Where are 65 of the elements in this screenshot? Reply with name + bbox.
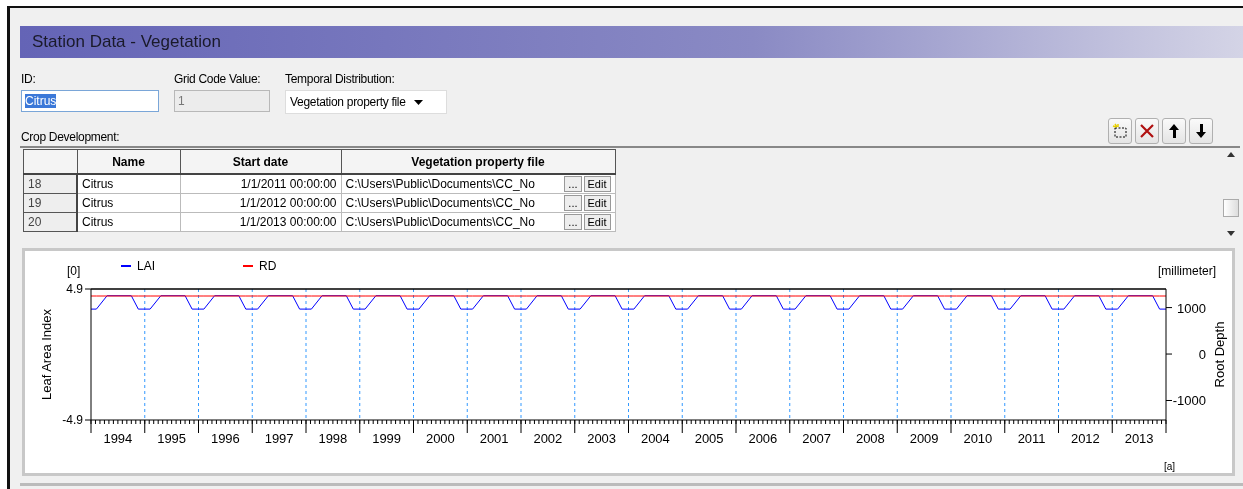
x-tick-label: 2012 [1070, 431, 1100, 446]
column-header[interactable]: Start date [180, 149, 341, 174]
corner-header [23, 149, 77, 174]
x-tick-label: 2003 [587, 431, 617, 446]
field-label: Grid Code Value: [174, 72, 262, 86]
x-tick-label: 1994 [103, 431, 133, 446]
edit-button[interactable]: Edit [583, 195, 611, 211]
x-tick-label: 2009 [909, 431, 939, 446]
y-tick-label: 4.9 [66, 282, 83, 296]
edit-button[interactable]: Edit [583, 176, 611, 192]
column-header[interactable]: Vegetation property file [341, 149, 615, 174]
y2-tick-label: -1000 [1172, 393, 1206, 409]
scrollbar-thumb[interactable] [1223, 199, 1239, 217]
x-tick-label: 2004 [640, 431, 670, 446]
file-path-text: C:\Users\Public\Documents\CC_No [345, 196, 536, 210]
x-tick-label: 2013 [1124, 431, 1154, 446]
x-tick-label: 1996 [210, 431, 240, 446]
edit-button[interactable]: Edit [583, 214, 611, 230]
x-tick-label: 2008 [855, 431, 885, 446]
caret-icon [413, 99, 423, 105]
id-field[interactable]: Citrus [21, 90, 159, 112]
x-tick-label: 2006 [748, 431, 778, 446]
scroll-up-icon[interactable] [1227, 152, 1235, 157]
move-down-button[interactable] [1189, 118, 1213, 144]
x-tick-label: 2007 [802, 431, 832, 446]
field-label: Temporal Distribution: [285, 72, 396, 86]
y2-unit-label: [millimeter] [1158, 264, 1216, 278]
x-tick-label: 1999 [372, 431, 402, 446]
x-tick-label: 1997 [264, 431, 294, 446]
new-row-icon [1112, 123, 1128, 139]
x-tick-label: 2011 [1017, 431, 1046, 446]
y-unit-label: [0] [67, 264, 81, 278]
move-up-button[interactable] [1162, 118, 1186, 144]
x-tick-label: 1998 [318, 431, 348, 446]
arrow-up-icon [1167, 123, 1181, 139]
x-tick-label: 2001 [479, 431, 509, 446]
legend-label: LAI [137, 259, 155, 273]
field-label: ID: [21, 72, 37, 86]
x-unit-label: [a] [1164, 461, 1176, 472]
browse-button[interactable]: ... [564, 195, 582, 211]
x-tick-label: 2010 [963, 431, 993, 446]
y-axis-title: Leaf Area Index [39, 308, 54, 401]
y2-tick-label: 1000 [1177, 300, 1206, 316]
arrow-down-icon [1194, 123, 1208, 139]
temporal-distribution-dropdown[interactable]: Vegetation property file [285, 90, 447, 114]
panel-title: Station Data - Vegetation [32, 32, 222, 52]
file-path-text: C:\Users\Public\Documents\CC_No [345, 215, 536, 229]
file-path-text: C:\Users\Public\Documents\CC_No [345, 177, 536, 191]
x-tick-label: 2000 [425, 431, 455, 446]
x-tick-label: 2002 [533, 431, 563, 446]
x-tick-label: 1995 [157, 431, 187, 446]
x-tick-label: 2005 [694, 431, 724, 446]
delete-row-button[interactable] [1135, 118, 1159, 144]
browse-button[interactable]: ... [564, 214, 582, 230]
scroll-down-icon[interactable] [1227, 231, 1235, 236]
browse-button[interactable]: ... [564, 176, 582, 192]
y-tick-label: -4.9 [62, 413, 83, 427]
add-row-button[interactable] [1108, 118, 1132, 144]
close-icon [1139, 123, 1155, 139]
legend-label: RD [259, 259, 277, 273]
row-header[interactable]: 18 [23, 174, 77, 194]
column-header[interactable]: Name [77, 149, 180, 174]
y2-tick-label: 0 [1198, 347, 1206, 363]
section-label: Crop Development: [21, 130, 120, 144]
y2-axis-title: Root Depth [1212, 321, 1227, 388]
